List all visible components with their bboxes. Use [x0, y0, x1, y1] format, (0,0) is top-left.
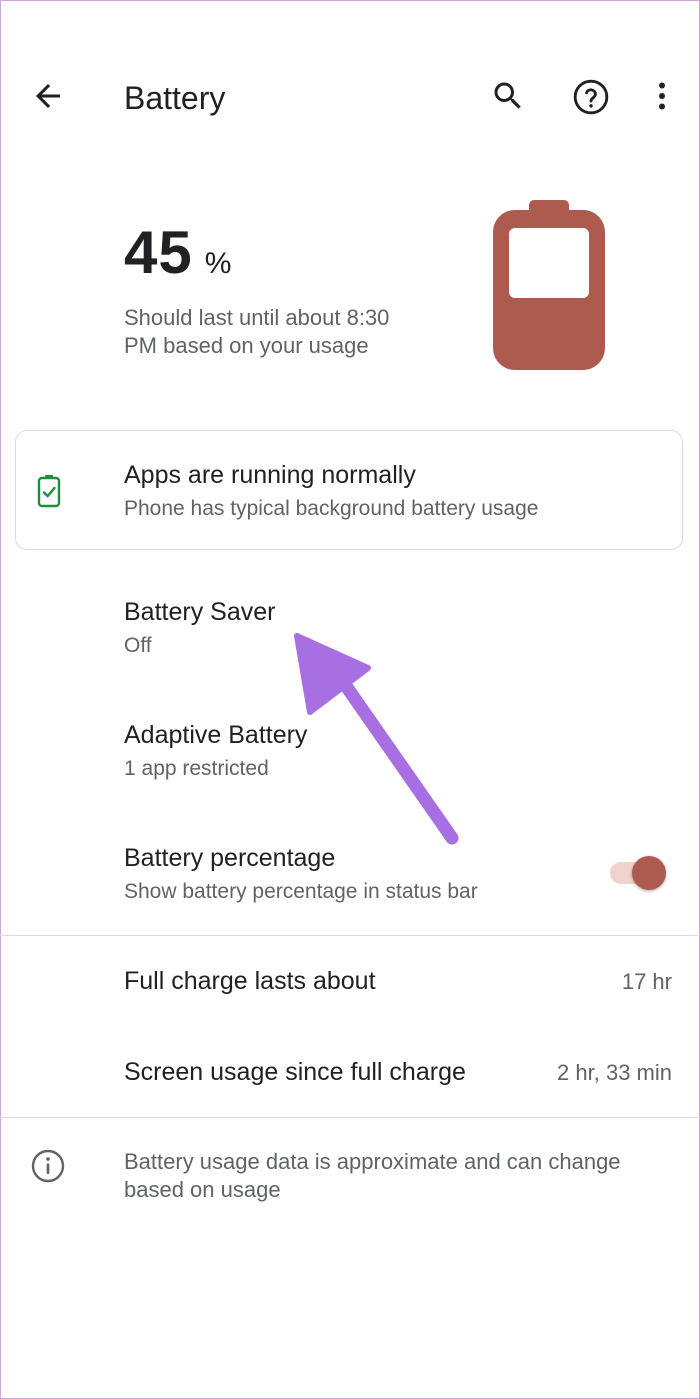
battery-level-value: 45	[124, 219, 193, 286]
screen-usage-value: 2 hr, 33 min	[557, 1060, 672, 1085]
adaptive-battery-title: Adaptive Battery	[124, 721, 308, 749]
battery-saver-title: Battery Saver	[124, 598, 276, 626]
battery-saver-item[interactable]	[0, 580, 700, 680]
full-charge-value: 17 hr	[621, 969, 672, 994]
search-icon	[494, 82, 521, 109]
screen-usage-label: Screen usage since full charge	[124, 1058, 466, 1086]
info-icon-wrap	[30, 1148, 66, 1189]
battery-percent-sign: %	[204, 247, 232, 280]
status-card[interactable]	[15, 430, 683, 550]
battery-check-icon	[37, 475, 61, 508]
battery-empty-area	[509, 228, 589, 298]
back-button[interactable]	[26, 74, 70, 118]
more-vert-icon	[659, 82, 665, 110]
arrow-back-icon	[36, 84, 60, 108]
battery-usage-note: Battery usage data is approximate and ca…	[124, 1149, 621, 1202]
battery-level-icon	[493, 200, 605, 370]
battery-level: 45 %	[124, 218, 231, 287]
battery-estimate: Should last until about 8:30 PM based on…	[124, 305, 390, 358]
battery-percentage-item[interactable]	[0, 826, 700, 926]
battery-percentage-title: Battery percentage	[124, 844, 336, 872]
help-icon	[573, 79, 609, 115]
adaptive-battery-item[interactable]	[0, 702, 700, 802]
divider	[0, 935, 700, 936]
search-button[interactable]	[486, 74, 530, 118]
adaptive-battery-subtitle: 1 app restricted	[124, 757, 269, 780]
status-card-subtitle: Phone has typical background battery usa…	[124, 497, 539, 520]
battery-saver-subtitle: Off	[124, 634, 152, 657]
battery-percentage-toggle[interactable]	[632, 856, 666, 890]
help-button[interactable]	[568, 74, 614, 120]
status-card-icon-wrap	[36, 474, 62, 513]
battery-percentage-subtitle: Show battery percentage in status bar	[124, 880, 478, 903]
status-card-title: Apps are running normally	[124, 461, 416, 489]
full-charge-label: Full charge lasts about	[124, 967, 376, 995]
info-icon	[31, 1149, 65, 1183]
divider	[0, 1117, 700, 1118]
page-title: Battery	[124, 80, 226, 116]
more-options-button[interactable]	[640, 74, 684, 118]
